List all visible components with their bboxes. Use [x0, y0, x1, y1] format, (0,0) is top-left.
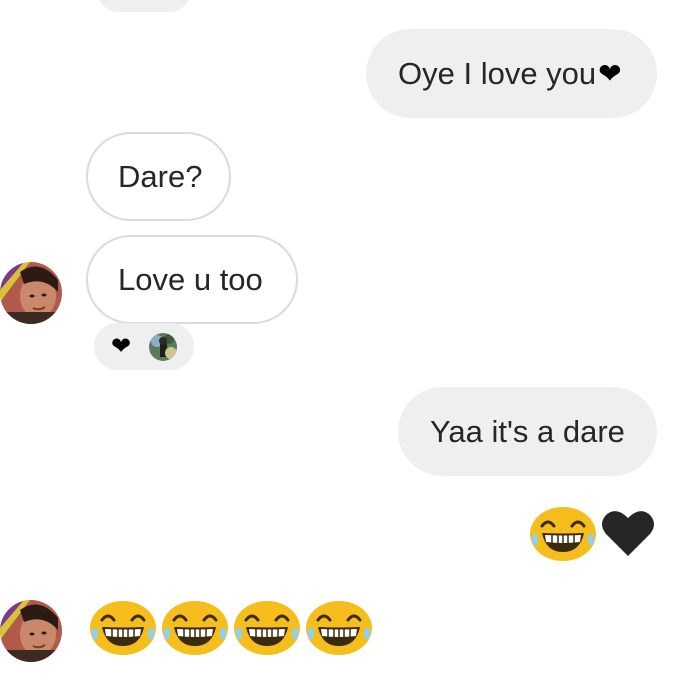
laughing-tears-emoji-icon — [160, 598, 230, 656]
laughing-tears-emoji-icon — [528, 504, 598, 562]
avatar[interactable] — [0, 262, 62, 324]
black-heart-icon: ❤ — [598, 57, 622, 89]
incoming-message-bubble[interactable]: Love u too — [86, 235, 298, 324]
outgoing-message-bubble[interactable]: Oye I love you ❤ — [366, 29, 657, 118]
message-text: Love u too — [118, 262, 263, 297]
avatar[interactable] — [0, 600, 62, 662]
laughing-tears-emoji-icon — [232, 598, 302, 656]
outgoing-emoji-message[interactable] — [528, 504, 656, 562]
message-text: Yaa it's a dare — [430, 414, 625, 449]
reaction-pill[interactable]: ❤ — [94, 323, 194, 370]
laughing-tears-emoji-icon — [88, 598, 158, 656]
incoming-emoji-message[interactable] — [88, 598, 374, 656]
reaction-pill-partial[interactable] — [96, 0, 192, 12]
laughing-tears-emoji-icon — [304, 598, 374, 656]
reactor-avatar — [149, 332, 178, 361]
message-text: Oye I love you — [398, 56, 597, 91]
message-text: Dare? — [118, 159, 203, 194]
black-heart-icon: ❤ — [110, 332, 132, 360]
outgoing-message-bubble[interactable]: Yaa it's a dare — [398, 387, 657, 476]
black-heart-icon — [600, 508, 656, 558]
chat-thread: Oye I love you ❤ Dare? Love u too ❤ Yaa … — [0, 0, 680, 688]
incoming-message-bubble[interactable]: Dare? — [86, 132, 231, 221]
